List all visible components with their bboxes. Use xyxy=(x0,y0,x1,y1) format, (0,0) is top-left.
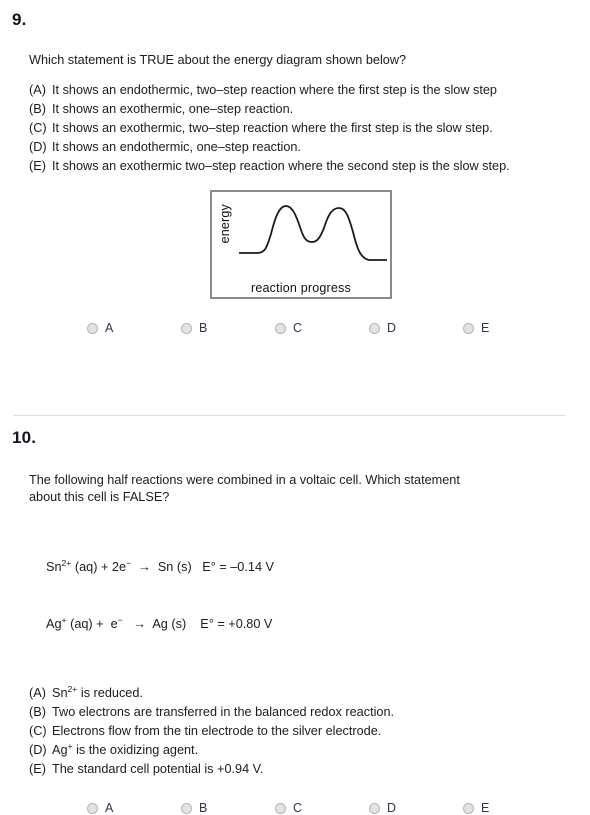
radio-option-d[interactable]: D xyxy=(369,801,463,815)
radio-label-e: E xyxy=(481,801,490,815)
radio-button-icon[interactable] xyxy=(87,322,98,334)
eq1-reactant: Sn xyxy=(46,560,62,574)
eq2-arrow-products: → Ag (s) xyxy=(122,617,187,631)
radio-option-a[interactable]: A xyxy=(87,801,181,815)
half-reaction-1: Sn2+ (aq) + 2e− → Sn (s) E° = –0.14 V xyxy=(46,558,576,577)
radio-option-c[interactable]: C xyxy=(275,321,369,335)
question-9-body: Which statement is TRUE about the energy… xyxy=(0,52,590,335)
radio-button-icon[interactable] xyxy=(181,802,192,814)
radio-option-b[interactable]: B xyxy=(181,801,275,815)
choice-b: (B) It shows an exothermic, one–step reac… xyxy=(29,100,576,119)
radio-option-e[interactable]: E xyxy=(463,801,557,815)
radio-option-a[interactable]: A xyxy=(87,321,181,335)
radio-label-c: C xyxy=(293,321,303,335)
choice-c-letter: (C) xyxy=(29,121,47,135)
radio-label-b: B xyxy=(199,801,208,815)
question-9-block: Which statement is TRUE about the energy… xyxy=(0,52,590,335)
eq2-potential: E° = +0.80 V xyxy=(200,617,273,631)
radio-label-c: C xyxy=(293,801,303,815)
question-10-prompt-line-1: The following half reactions were combin… xyxy=(29,473,460,487)
choice-d: (D) Ag+ is the oxidizing agent. xyxy=(29,741,576,760)
choice-a-text-post: is reduced. xyxy=(77,686,143,700)
choice-a-superscript: 2+ xyxy=(67,683,78,694)
radio-label-a: A xyxy=(105,801,114,815)
choice-c: (C) It shows an exothermic, two–step reac… xyxy=(29,119,576,138)
eq1-state: (aq) + 2e xyxy=(71,560,127,574)
energy-diagram-y-axis-label: energy xyxy=(218,204,232,244)
energy-diagram: energy reaction progress xyxy=(210,190,392,299)
eq2-state: (aq) + e xyxy=(66,617,118,631)
choice-b-text-pre: Two electrons are transferred in the bal… xyxy=(52,705,395,719)
radio-label-d: D xyxy=(387,321,397,335)
radio-label-b: B xyxy=(199,321,208,335)
radio-button-icon[interactable] xyxy=(463,322,474,334)
choice-b-text: It shows an exothermic, one–step reactio… xyxy=(52,102,294,116)
energy-diagram-wrapper: energy reaction progress xyxy=(29,190,576,299)
energy-curve-icon xyxy=(239,205,387,261)
question-10-body: The following half reactions were combin… xyxy=(0,472,590,815)
choice-e-letter: (E) xyxy=(29,159,46,173)
radio-option-e[interactable]: E xyxy=(463,321,557,335)
half-reaction-equations: Sn2+ (aq) + 2e− → Sn (s) E° = –0.14 V Ag… xyxy=(29,520,576,672)
radio-label-a: A xyxy=(105,321,114,335)
radio-button-icon[interactable] xyxy=(369,322,380,334)
radio-option-b[interactable]: B xyxy=(181,321,275,335)
choice-b-letter: (B) xyxy=(29,705,46,719)
radio-button-icon[interactable] xyxy=(463,802,474,814)
choice-c-letter: (C) xyxy=(29,724,47,738)
question-10-choices: (A) Sn2+ is reduced. (B) Two electrons are… xyxy=(29,684,576,779)
choice-d-letter: (D) xyxy=(29,743,47,757)
radio-button-icon[interactable] xyxy=(275,322,286,334)
question-10-number: 10. xyxy=(12,428,36,448)
choice-a: (A) Sn2+ is reduced. xyxy=(29,684,576,703)
eq2-reactant: Ag xyxy=(46,617,62,631)
question-10-prompt: The following half reactions were combin… xyxy=(29,472,576,506)
choice-d-text: It shows an endothermic, one–step reacti… xyxy=(52,140,301,154)
choice-e-text: It shows an exothermic two–step reaction… xyxy=(52,159,510,173)
radio-option-d[interactable]: D xyxy=(369,321,463,335)
choice-e: (E) The standard cell potential is +0.94 … xyxy=(29,760,576,779)
question-9-choices: (A) It shows an endothermic, two–step rea… xyxy=(29,81,576,176)
half-reaction-2: Ag+ (aq) + e− → Ag (s) E° = +0.80 V xyxy=(46,615,576,634)
question-9-prompt: Which statement is TRUE about the energy… xyxy=(29,53,407,67)
choice-e: (E) It shows an exothermic two–step react… xyxy=(29,157,576,176)
question-number-label: 9. xyxy=(12,10,27,29)
choice-c-text: It shows an exothermic, two–step reactio… xyxy=(52,121,493,135)
choice-d-text-post: is the oxidizing agent. xyxy=(72,743,199,757)
eq1-potential: E° = –0.14 V xyxy=(202,560,274,574)
question-9-answer-row: A B C D E xyxy=(29,321,576,335)
choice-a-letter: (A) xyxy=(29,83,46,97)
divider-line xyxy=(13,415,565,416)
eq1-arrow-products: → Sn (s) xyxy=(131,560,192,574)
question-10-answer-row: A B C D E xyxy=(29,801,576,815)
choice-c: (C) Electrons flow from the tin electrode… xyxy=(29,722,576,741)
choice-d: (D) It shows an endothermic, one–step rea… xyxy=(29,138,576,157)
choice-b-letter: (B) xyxy=(29,102,46,116)
choice-a-letter: (A) xyxy=(29,686,46,700)
choice-b: (B) Two electrons are transferred in the … xyxy=(29,703,576,722)
radio-button-icon[interactable] xyxy=(181,322,192,334)
eq1-reactant-charge: 2+ xyxy=(61,557,72,568)
choice-a-text: It shows an endothermic, two–step reacti… xyxy=(52,83,497,97)
question-9-number: 9. xyxy=(12,10,27,30)
choice-a: (A) It shows an endothermic, two–step rea… xyxy=(29,81,576,100)
question-10-block: The following half reactions were combin… xyxy=(0,472,590,815)
radio-option-c[interactable]: C xyxy=(275,801,369,815)
radio-label-d: D xyxy=(387,801,397,815)
question-10-prompt-line-2: about this cell is FALSE? xyxy=(29,490,170,504)
choice-a-text-pre: Sn xyxy=(52,686,68,700)
question-separator xyxy=(0,415,590,416)
radio-label-e: E xyxy=(481,321,490,335)
question-number-label: 10. xyxy=(12,428,37,447)
choice-c-text-pre: Electrons flow from the tin electrode to… xyxy=(52,724,382,738)
radio-button-icon[interactable] xyxy=(275,802,286,814)
choice-d-letter: (D) xyxy=(29,140,47,154)
choice-e-text-pre: The standard cell potential is +0.94 V. xyxy=(52,762,264,776)
choice-d-text-pre: Ag xyxy=(52,743,68,757)
radio-button-icon[interactable] xyxy=(369,802,380,814)
energy-diagram-x-axis-label: reaction progress xyxy=(251,281,351,295)
choice-e-letter: (E) xyxy=(29,762,46,776)
radio-button-icon[interactable] xyxy=(87,802,98,814)
